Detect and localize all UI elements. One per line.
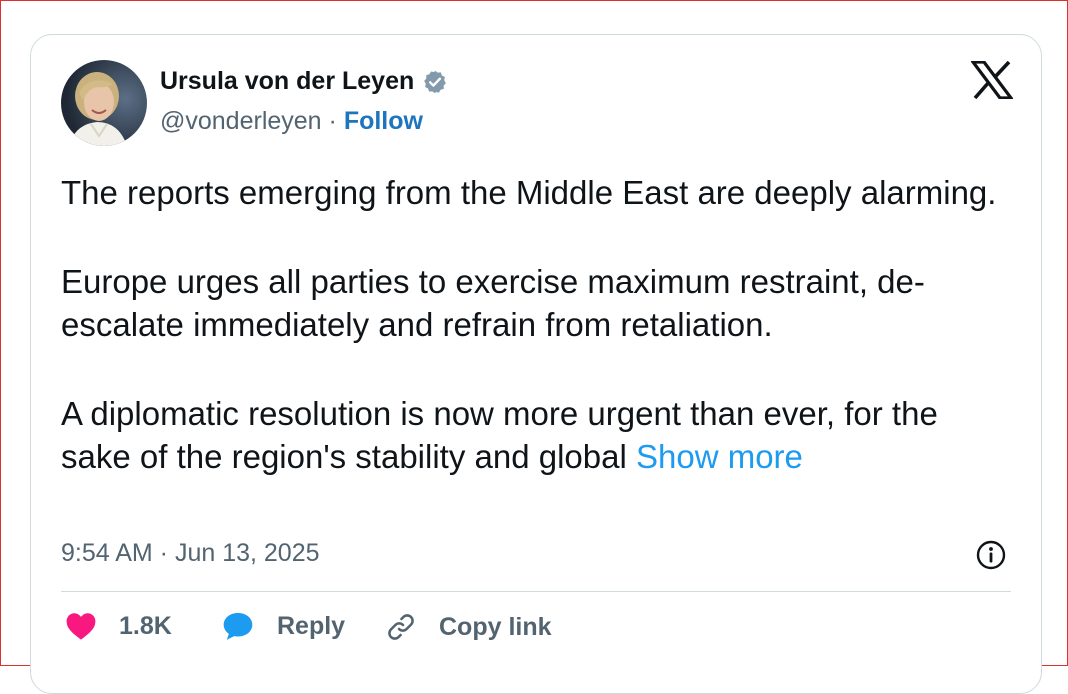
x-logo-icon[interactable] bbox=[969, 60, 1015, 100]
info-icon[interactable] bbox=[975, 539, 1007, 571]
tweet-paragraph: The reports emerging from the Middle Eas… bbox=[61, 174, 997, 211]
embedded-tweet-card[interactable]: Ursula von der Leyen @vonderleyen · Foll… bbox=[30, 34, 1042, 694]
tweet-paragraph: Europe urges all parties to exercise max… bbox=[61, 263, 925, 343]
reply-button[interactable]: Reply bbox=[221, 611, 345, 641]
author-handle-row: @vonderleyen · Follow bbox=[160, 107, 423, 136]
verified-badge-icon bbox=[422, 69, 448, 95]
action-divider bbox=[61, 591, 1011, 592]
heart-icon bbox=[66, 613, 96, 640]
author-handle[interactable]: @vonderleyen bbox=[160, 107, 322, 135]
follow-link[interactable]: Follow bbox=[344, 107, 423, 135]
like-count: 1.8K bbox=[119, 611, 172, 640]
link-icon bbox=[388, 614, 414, 640]
reply-label: Reply bbox=[277, 611, 346, 640]
author-avatar[interactable] bbox=[61, 60, 147, 146]
show-more-link[interactable]: Show more bbox=[636, 438, 803, 475]
like-button[interactable]: 1.8K bbox=[65, 611, 172, 641]
author-name-text[interactable]: Ursula von der Leyen bbox=[160, 67, 414, 96]
copy-link-button[interactable]: Copy link bbox=[385, 611, 552, 643]
tweet-timestamp[interactable]: 9:54 AM · Jun 13, 2025 bbox=[61, 539, 320, 568]
reply-bubble-icon bbox=[223, 613, 253, 640]
tweet-text: The reports emerging from the Middle Eas… bbox=[61, 171, 1001, 478]
copy-link-label: Copy link bbox=[439, 612, 552, 641]
handle-separator: · bbox=[321, 107, 344, 135]
tweet-paragraph-last: A diplomatic resolution is now more urge… bbox=[61, 392, 1001, 478]
tweet-paragraph-text: A diplomatic resolution is now more urge… bbox=[61, 395, 938, 475]
author-name[interactable]: Ursula von der Leyen bbox=[160, 67, 448, 96]
